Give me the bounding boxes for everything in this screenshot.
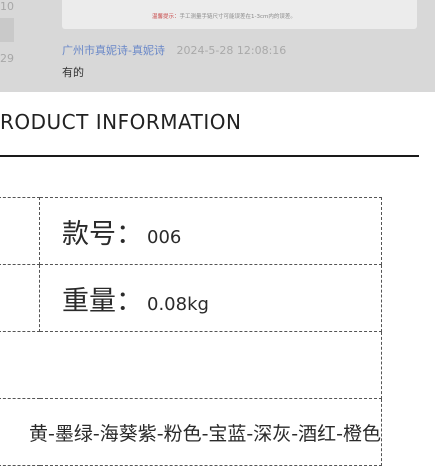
review-comment: 有的 [62, 66, 84, 79]
empty-cell [0, 331, 382, 399]
review-date-fragment: -10 [0, 0, 14, 13]
review-date-fragment: -29 [0, 52, 14, 65]
model-cell: 款号： 006 [39, 197, 382, 265]
table-row: 黄-墨绿-海葵紫-粉色-宝蓝-深灰-酒红-橙色 [0, 398, 382, 466]
weight-value: 0.08kg [147, 293, 209, 315]
review-card-warning: 温馨提示： [152, 14, 180, 20]
table-row: 款号： 006 [0, 197, 382, 265]
review-thumbnail[interactable] [0, 18, 14, 42]
review-card-note-text: 手工测量手链尺寸可能误差在1-3cm内的误差。 [179, 14, 296, 20]
section-divider [0, 155, 419, 157]
colors-cell: 黄-墨绿-海葵紫-粉色-宝蓝-深灰-酒红-橙色 [0, 398, 382, 466]
model-value: 006 [147, 226, 182, 248]
table-row [0, 331, 382, 399]
weight-cell: 重量： 0.08kg [39, 264, 382, 332]
product-info-table: 款号： 006 重量： 0.08kg 黄-墨绿-海葵紫-粉色-宝蓝-深灰-酒红-橙色 [0, 197, 382, 466]
review-timestamp: 2024-5-28 12:08:16 [176, 44, 287, 57]
colors-value: 黄-墨绿-海葵紫-粉色-宝蓝-深灰-酒红-橙色 [29, 422, 381, 445]
review-image-card[interactable]: 温馨提示：手工测量手链尺寸可能误差在1-3cm内的误差。 [62, 0, 417, 29]
table-row: 重量： 0.08kg [0, 264, 382, 332]
model-label: 款号： [62, 218, 143, 250]
reviewer-info: 广州市真妮诗-真妮诗 2024-5-28 12:08:16 [62, 42, 286, 58]
review-card-note: 温馨提示：手工测量手链尺寸可能误差在1-3cm内的误差。 [152, 12, 296, 20]
reviewer-name-link[interactable]: 广州市真妮诗-真妮诗 [62, 44, 165, 57]
review-area: -10 -29 温馨提示：手工测量手链尺寸可能误差在1-3cm内的误差。 广州市… [0, 0, 435, 92]
table-cell [0, 264, 40, 332]
weight-label: 重量： [62, 285, 143, 317]
section-title: RODUCT INFORMATION [0, 110, 242, 134]
table-cell [0, 197, 40, 265]
